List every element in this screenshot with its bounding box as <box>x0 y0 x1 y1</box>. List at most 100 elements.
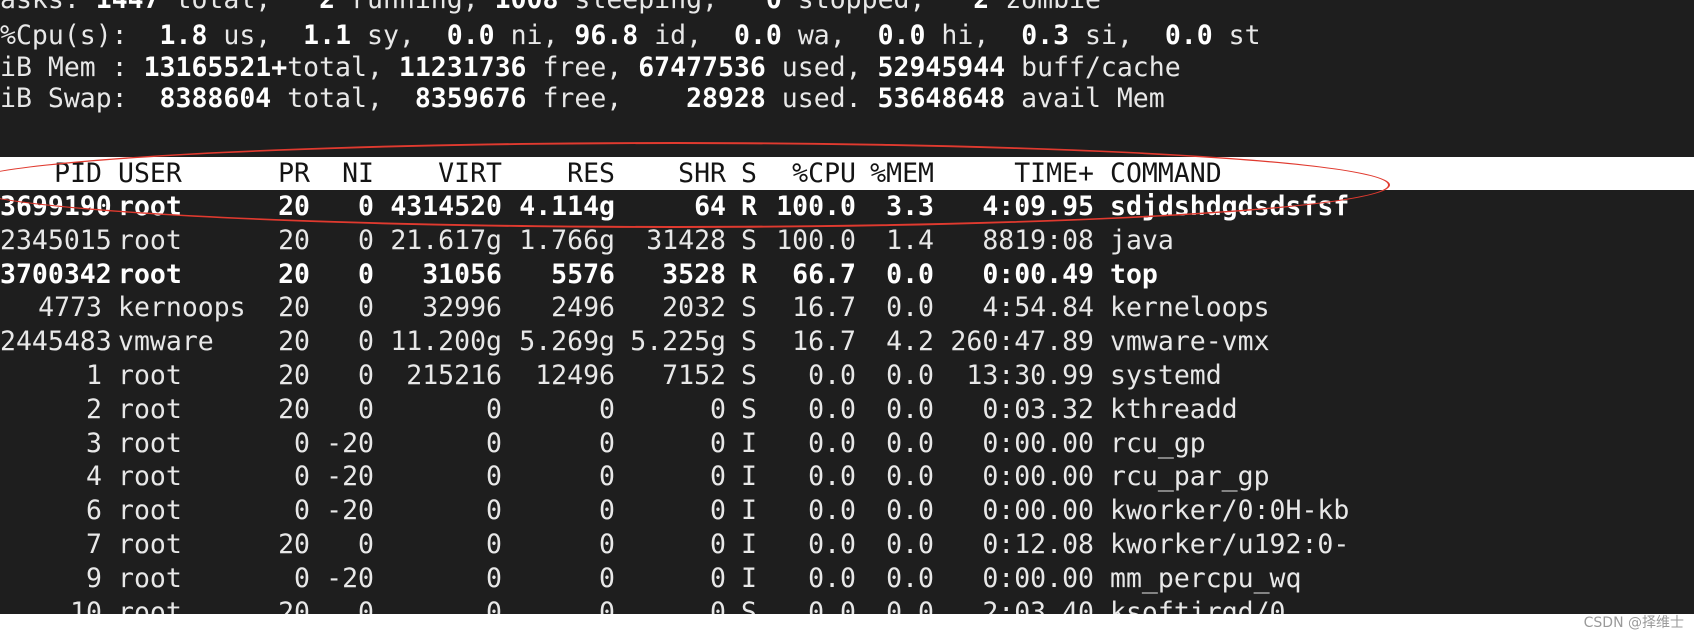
cell-shr: 0 <box>710 461 726 493</box>
cell-mem: 0.0 <box>886 529 934 560</box>
cell-command: kerneloops <box>1110 292 1270 324</box>
cell-time: 0:03.32 <box>982 393 1094 425</box>
cell-cpu: 0.0 <box>808 529 856 560</box>
cell-pr: 20 <box>278 224 310 256</box>
cell-shr: 0 <box>710 495 726 527</box>
cell-time: 13:30.99 <box>966 360 1094 391</box>
cell-command: vmware-vmx <box>1110 326 1270 358</box>
table-row: 10 root 20 0 0 0 0 S 0.0 0.0 2:03.40 ksoftirqd/0 <box>0 596 1694 614</box>
table-row: 3699190 root 20 0 4314520 4.114g 64 R 100.0 3.3 4:… <box>0 190 1694 224</box>
cell-user: root <box>118 258 182 290</box>
cell-res: 2496 <box>551 292 615 324</box>
cell-cpu: 16.7 <box>792 292 856 324</box>
cell-pr: 20 <box>278 326 310 358</box>
cell-ni: -20 <box>326 495 374 527</box>
table-row: 2345015 root 20 0 21.617g 1.766g 31428 S 100.0 1.… <box>0 224 1694 258</box>
cell-cpu: 66.7 <box>792 258 856 290</box>
cell-user: root <box>118 495 182 527</box>
mem-summary-line: iB Mem : 13165521+total, 11231736 free, … <box>0 52 1181 83</box>
cell-pr: 20 <box>278 529 310 560</box>
cell-cpu: 100.0 <box>776 224 856 256</box>
cell-ni: 0 <box>358 360 374 391</box>
header-time: TIME+ <box>1014 158 1094 189</box>
table-row: 6 root 0 -20 0 0 0 I 0.0 0.0 0:00.00 kworker/0:0H-k… <box>0 494 1694 528</box>
header-virt: VIRT <box>438 158 502 189</box>
cell-res: 0 <box>599 495 615 527</box>
table-row: 4773 kernoops 20 0 32996 2496 2032 S 16.7 0.0 4:54… <box>0 291 1694 325</box>
cell-time: 4:54.84 <box>982 292 1094 324</box>
cell-res: 1.766g <box>519 224 615 256</box>
cell-user: root <box>118 360 182 391</box>
cell-ni: 0 <box>358 258 374 290</box>
header-mem: %MEM <box>870 158 934 189</box>
cell-state: S <box>741 224 757 256</box>
cell-time: 4:09.95 <box>982 191 1094 222</box>
cell-state: R <box>741 191 757 222</box>
cell-shr: 0 <box>710 529 726 560</box>
cell-ni: 0 <box>358 529 374 560</box>
cell-pid: 4 <box>86 461 102 493</box>
cell-state: I <box>741 529 757 560</box>
cell-virt: 11.200g <box>390 326 502 358</box>
cell-res: 0 <box>599 461 615 493</box>
cell-pid: 4773 <box>38 292 102 324</box>
terminal-window: asks: 1447 total, 2 running, 1008 sleepi… <box>0 0 1694 614</box>
header-pid: PID <box>54 158 102 189</box>
tasks-summary-line: asks: 1447 total, 2 running, 1008 sleepi… <box>0 0 1101 17</box>
cell-pr: 20 <box>278 393 310 425</box>
cell-state: I <box>741 562 757 594</box>
cell-shr: 0 <box>710 596 726 614</box>
cell-ni: 0 <box>358 326 374 358</box>
cell-shr: 7152 <box>662 360 726 391</box>
cell-user: root <box>118 224 182 256</box>
cell-command: rcu_par_gp <box>1110 461 1270 493</box>
cell-time: 8819:08 <box>982 224 1094 256</box>
table-row: 1 root 20 0 215216 12496 7152 S 0.0 0.0 13:30.99 sy… <box>0 359 1694 393</box>
cell-cpu: 0.0 <box>808 393 856 425</box>
cell-state: R <box>741 258 757 290</box>
cell-pid: 2445483 <box>0 326 112 358</box>
cell-pr: 0 <box>294 495 310 527</box>
cell-ni: 0 <box>358 596 374 614</box>
cell-cpu: 0.0 <box>808 360 856 391</box>
cell-state: S <box>741 292 757 324</box>
header-pr: PR <box>278 158 310 189</box>
cell-pr: 0 <box>294 427 310 459</box>
table-row: 2445483 vmware 20 0 11.200g 5.269g 5.225g S 16.7… <box>0 325 1694 359</box>
cell-res: 4.114g <box>519 191 615 222</box>
cell-cpu: 0.0 <box>808 562 856 594</box>
cell-virt: 0 <box>486 427 502 459</box>
cell-mem: 3.3 <box>886 191 934 222</box>
cpu-summary-line: %Cpu(s): 1.8 us, 1.1 sy, 0.0 ni, 96.8 id… <box>0 20 1261 51</box>
cell-user: root <box>118 393 182 425</box>
cell-state: S <box>741 360 757 391</box>
cell-ni: -20 <box>326 427 374 459</box>
cell-time: 0:00.00 <box>982 562 1094 594</box>
cell-cpu: 0.0 <box>808 495 856 527</box>
cell-virt: 31056 <box>422 258 502 290</box>
table-row: 4 root 0 -20 0 0 0 I 0.0 0.0 0:00.00 rcu_par_gp <box>0 460 1694 494</box>
cell-pid: 3700342 <box>0 258 112 290</box>
cell-pr: 0 <box>294 461 310 493</box>
cell-pid: 9 <box>86 562 102 594</box>
cell-ni: 0 <box>358 292 374 324</box>
cell-pid: 1 <box>86 360 102 391</box>
cell-ni: -20 <box>326 562 374 594</box>
cell-cpu: 100.0 <box>776 191 856 222</box>
cell-pid: 2345015 <box>0 224 112 256</box>
cell-pid: 3 <box>86 427 102 459</box>
cell-command: systemd <box>1110 360 1222 391</box>
cell-virt: 0 <box>486 529 502 560</box>
header-state: S <box>741 158 757 189</box>
cell-mem: 0.0 <box>886 562 934 594</box>
cell-virt: 0 <box>486 495 502 527</box>
header-user: USER <box>118 158 182 189</box>
watermark: CSDN @择维士 <box>1583 615 1684 631</box>
cell-pr: 20 <box>278 258 310 290</box>
cell-res: 0 <box>599 393 615 425</box>
cell-res: 5.269g <box>519 326 615 358</box>
cell-mem: 0.0 <box>886 360 934 391</box>
cell-mem: 0.0 <box>886 258 934 290</box>
cell-shr: 5.225g <box>630 326 726 358</box>
cell-state: I <box>741 461 757 493</box>
